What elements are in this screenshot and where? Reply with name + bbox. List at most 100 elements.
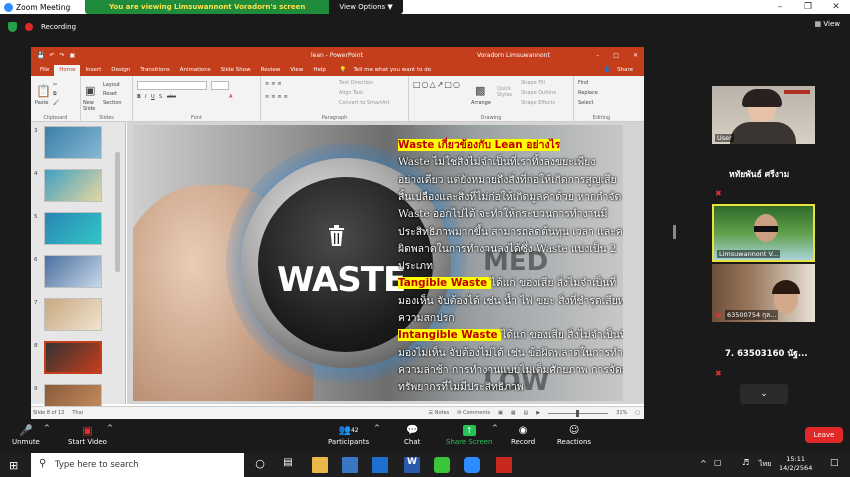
shape-effects-button[interactable]: Shape Effects [521,100,555,106]
acrobat-icon[interactable] [496,457,512,473]
minimize-icon[interactable]: – [766,2,794,12]
ppt-minimize-icon[interactable]: – [596,52,599,59]
zoom-level[interactable]: 31% [616,410,627,416]
video-tile-participant-3[interactable]: 63500754 กุล... [712,264,815,322]
thumbnail-scrollbar[interactable] [115,152,120,272]
panel-resize-handle[interactable] [673,225,676,239]
copy-icon[interactable]: ⧉ [53,91,57,97]
ppt-tab-animations[interactable]: Animations [175,65,216,76]
save-icon[interactable]: 💾 [37,52,44,59]
ppt-tab-file[interactable]: File [35,65,54,76]
ppt-close-icon[interactable]: ✕ [633,52,638,59]
shapes-gallery[interactable]: □○△↗□○ [413,80,461,89]
reading-view-icon[interactable]: ▤ [524,410,529,416]
redo-icon[interactable]: ↷ [60,52,65,59]
ppt-tab-design[interactable]: Design [106,65,135,76]
slide-thumbnail[interactable] [44,341,102,374]
bold-icon[interactable]: B [137,94,141,100]
mail-icon[interactable] [372,457,388,473]
restore-icon[interactable]: ❐ [794,2,822,12]
arrange-icon[interactable]: ▩ [475,84,485,97]
shadow-icon[interactable]: S [159,94,162,100]
notes-button[interactable]: ☰ Notes [429,410,450,416]
section-button[interactable]: Section [103,100,122,106]
video-tile-active-speaker[interactable]: Limsuwannont V... [712,204,815,262]
ppt-tab-transitions[interactable]: Transitions [135,65,174,76]
ppt-tab-insert[interactable]: Insert [80,65,106,76]
ppt-share-button[interactable]: 👤 Share [599,65,644,76]
sorter-view-icon[interactable]: ▦ [511,410,516,416]
start-video-button[interactable]: ▣ Start Video [68,422,107,447]
security-shield-icon[interactable] [8,22,17,32]
fit-slide-icon[interactable]: ▢ [635,410,640,416]
view-button[interactable]: ▦ View [815,20,840,28]
new-slide-label[interactable]: New Slide [83,100,99,112]
participants-button[interactable]: 👥 42 Participants [328,422,369,447]
ppt-tab-home[interactable]: Home [54,65,81,76]
arrange-label[interactable]: Arrange [471,100,491,106]
strikethrough-icon[interactable]: abc [167,94,176,100]
ppt-restore-icon[interactable]: □ [613,52,619,59]
taskbar-search-box[interactable]: ⚲ Type here to search [31,453,244,477]
audio-options-caret[interactable]: ^ [44,424,50,432]
align-text-button[interactable]: Align Text [339,90,363,96]
slide-thumbnail[interactable] [44,298,102,331]
ppt-tab-slide-show[interactable]: Slide Show [216,65,256,76]
reactions-button[interactable]: ☺ Reactions [557,422,591,447]
ppt-tab-help[interactable]: Help [308,65,331,76]
smartart-button[interactable]: Convert to SmartArt [339,100,390,106]
ppt-tab-review[interactable]: Review [256,65,286,76]
comments-button[interactable]: ✉ Comments [457,410,490,416]
bullets-icon[interactable]: ≡≡≡ [265,81,284,87]
find-button[interactable]: Find [578,80,588,86]
format-painter-icon[interactable]: 🖌 [53,100,59,106]
store-icon[interactable] [342,457,358,473]
paste-icon[interactable]: 📋 [36,84,51,98]
paste-label[interactable]: Paste [35,100,49,106]
video-tile-user[interactable]: User [712,86,815,144]
font-name-select[interactable] [137,81,207,90]
taskbar-clock[interactable]: 15:11 14/2/2564 [779,455,812,473]
share-screen-button[interactable]: ↑ Share Screen [446,422,493,446]
font-size-select[interactable] [211,81,229,90]
tray-chevron-icon[interactable]: ^ [700,459,707,468]
alignment-icon[interactable]: ≡≡≡≡ [265,94,290,100]
shape-outline-button[interactable]: Shape Outline [521,90,556,96]
font-color-icon[interactable]: A [229,94,232,100]
slide-thumbnail[interactable] [44,212,102,245]
zoom-slider[interactable] [548,409,609,417]
file-explorer-icon[interactable] [312,457,328,473]
underline-icon[interactable]: U [151,94,155,100]
input-language[interactable]: ไทย [759,459,771,470]
slide-thumbnail[interactable] [44,126,102,159]
scroll-down-button[interactable]: ⌄ [740,384,788,404]
ppt-tab-view[interactable]: View [285,65,308,76]
unmute-button[interactable]: 🎤 Unmute [12,422,40,447]
windows-start-icon[interactable]: ⊞ [9,459,18,472]
line-app-icon[interactable] [434,457,450,473]
select-button[interactable]: Select [578,100,593,106]
participants-caret[interactable]: ^ [374,424,380,432]
network-icon[interactable]: ▢ [714,458,722,467]
replace-button[interactable]: Replace [578,90,598,96]
quick-styles-label[interactable]: Quick Styles [497,86,513,98]
layout-button[interactable]: Layout [103,82,120,88]
present-icon[interactable]: ▣ [70,52,76,59]
chat-button[interactable]: 💬 Chat [404,422,420,447]
close-icon[interactable]: ✕ [822,2,850,12]
task-view-icon[interactable]: ○ [252,457,268,473]
video-options-caret[interactable]: ^ [107,424,113,432]
undo-icon[interactable]: ↶ [49,52,54,59]
cut-icon[interactable]: ✂ [53,82,57,88]
slideshow-view-icon[interactable]: ▶ [536,410,540,416]
tell-me-box[interactable]: 💡 Tell me what you want to do [335,65,441,76]
slide-thumbnail[interactable] [44,169,102,202]
volume-icon[interactable]: ♬ [742,458,749,467]
view-options-button[interactable]: View Options ▼ [329,0,403,14]
slide-thumbnail[interactable] [44,255,102,288]
word-icon[interactable]: W [404,457,420,473]
text-direction-button[interactable]: Text Direction [339,80,373,86]
leave-button[interactable]: Leave [805,427,843,443]
shape-fill-button[interactable]: Shape Fill [521,80,545,86]
record-button[interactable]: ◉ Record [511,422,535,447]
